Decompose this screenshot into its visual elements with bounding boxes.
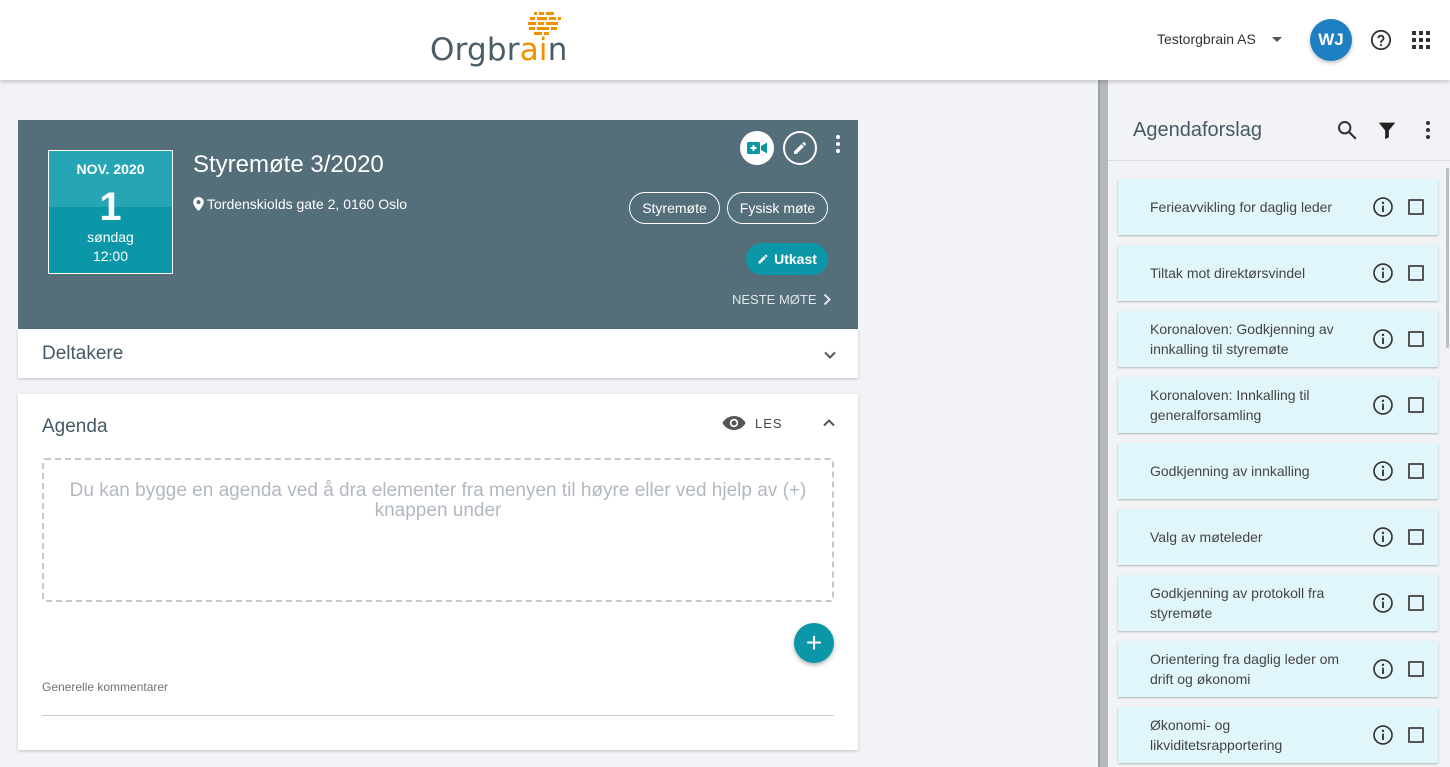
- logo-text-accent: ai: [519, 32, 548, 68]
- suggestion-label: Koronaloven: Godkjenning av innkalling t…: [1150, 321, 1334, 357]
- sidebar-resize-handle[interactable]: [1098, 80, 1108, 767]
- suggestion-item[interactable]: Koronaloven: Innkalling til generalforsa…: [1118, 377, 1438, 433]
- suggestion-label: Ferieavvikling for daglig leder: [1150, 199, 1333, 215]
- sidebar-scrollbar[interactable]: [1446, 168, 1449, 348]
- suggestion-label: Valg av møteleder: [1150, 529, 1263, 545]
- info-icon[interactable]: [1372, 394, 1394, 416]
- agenda-empty-text: Du kan bygge en agenda ved å dra element…: [69, 480, 807, 521]
- agenda-title: Agenda: [42, 416, 108, 437]
- suggestion-item[interactable]: Godkjenning av innkalling: [1118, 443, 1438, 499]
- meeting-location-text: Tordenskiolds gate 2, 0160 Oslo: [207, 196, 408, 212]
- organization-select[interactable]: Testorgbrain AS: [1157, 31, 1282, 47]
- add-agenda-item-button[interactable]: +: [794, 623, 834, 663]
- sidebar-header: Agendaforslag: [1108, 80, 1450, 161]
- suggestion-label: Godkjenning av protokoll fra styremøte: [1150, 585, 1325, 621]
- suggestion-checkbox[interactable]: [1408, 397, 1424, 413]
- search-icon[interactable]: [1336, 119, 1358, 141]
- info-icon[interactable]: [1372, 724, 1394, 746]
- info-icon[interactable]: [1372, 658, 1394, 680]
- suggestion-list: Ferieavvikling for daglig leder Tiltak m…: [1118, 179, 1438, 767]
- caret-down-icon: [1271, 36, 1282, 42]
- organization-name: Testorgbrain AS: [1157, 31, 1256, 47]
- chevron-up-icon[interactable]: [822, 416, 836, 430]
- suggestion-checkbox[interactable]: [1408, 529, 1424, 545]
- general-comments-label: Generelle kommentarer: [42, 680, 169, 694]
- participants-title: Deltakere: [42, 343, 124, 364]
- meeting-time: 12:00: [92, 248, 129, 264]
- suggestion-label: Orientering fra daglig leder om drift og…: [1150, 651, 1340, 687]
- info-icon[interactable]: [1372, 592, 1394, 614]
- read-mode-label: LES: [755, 415, 783, 431]
- suggestion-item[interactable]: Tiltak mot direktørsvindel: [1118, 245, 1438, 301]
- pencil-icon: [758, 254, 768, 264]
- info-icon[interactable]: [1372, 196, 1394, 218]
- logo-text-suffix: n: [547, 32, 568, 68]
- suggestion-item[interactable]: Orientering fra daglig leder om drift og…: [1118, 641, 1438, 697]
- logo-wordmark: Orgbrain: [430, 32, 568, 68]
- meeting-location: Tordenskiolds gate 2, 0160 Oslo: [193, 196, 407, 212]
- suggestion-label: Tiltak mot direktørsvindel: [1150, 265, 1306, 281]
- filter-icon[interactable]: [1376, 119, 1398, 141]
- suggestion-label: Koronaloven: Innkalling til generalforsa…: [1150, 387, 1310, 423]
- agenda-suggestions-sidebar: Agendaforslag Ferieavvikling for daglig …: [1108, 80, 1450, 767]
- suggestion-checkbox[interactable]: [1408, 199, 1424, 215]
- suggestion-checkbox[interactable]: [1408, 463, 1424, 479]
- video-camera-icon: [747, 142, 767, 154]
- agenda-panel: Agenda LES Du kan bygge en agenda ved å …: [18, 394, 858, 750]
- status-label: Utkast: [774, 251, 817, 267]
- help-icon[interactable]: [1370, 29, 1392, 51]
- suggestion-checkbox[interactable]: [1408, 661, 1424, 677]
- user-avatar[interactable]: WJ: [1310, 19, 1352, 61]
- suggestion-item[interactable]: Koronaloven: Godkjenning av innkalling t…: [1118, 311, 1438, 367]
- next-meeting-label: NESTE MØTE: [732, 292, 817, 307]
- pencil-icon: [794, 142, 806, 154]
- apps-grid-icon[interactable]: [1412, 31, 1430, 49]
- suggestion-checkbox[interactable]: [1408, 727, 1424, 743]
- logo-text-prefix: Orgbr: [430, 32, 520, 68]
- orgbrain-logo[interactable]: Orgbrain: [430, 12, 570, 68]
- agenda-dropzone[interactable]: Du kan bygge en agenda ved å dra element…: [42, 458, 834, 602]
- meeting-format-chip[interactable]: Fysisk møte: [727, 192, 828, 224]
- location-pin-icon: [193, 197, 204, 211]
- info-icon[interactable]: [1372, 262, 1394, 284]
- read-mode-toggle[interactable]: LES: [722, 415, 783, 431]
- more-vertical-icon[interactable]: [1422, 119, 1434, 141]
- meeting-type-chip[interactable]: Styremøte: [629, 192, 720, 224]
- suggestion-item[interactable]: Ferieavvikling for daglig leder: [1118, 179, 1438, 235]
- meeting-title: Styremøte 3/2020: [193, 151, 384, 178]
- info-icon[interactable]: [1372, 460, 1394, 482]
- status-draft-button[interactable]: Utkast: [746, 243, 828, 275]
- chevron-down-icon[interactable]: [823, 348, 837, 362]
- meeting-date-box: NOV. 2020 1 søndag 12:00: [48, 150, 173, 274]
- sidebar-title: Agendaforslag: [1133, 119, 1262, 141]
- meeting-card: NOV. 2020 1 søndag 12:00 Styremøte 3/202…: [18, 120, 858, 329]
- suggestion-checkbox[interactable]: [1408, 265, 1424, 281]
- meeting-day: 1: [99, 185, 122, 229]
- general-comments-input[interactable]: [42, 715, 834, 716]
- suggestion-item[interactable]: Godkjenning av protokoll fra styremøte: [1118, 575, 1438, 631]
- top-bar: Orgbrain Testorgbrain AS WJ: [0, 0, 1450, 80]
- info-icon[interactable]: [1372, 328, 1394, 350]
- suggestion-checkbox[interactable]: [1408, 331, 1424, 347]
- next-meeting-link[interactable]: NESTE MØTE: [732, 292, 831, 307]
- info-icon[interactable]: [1372, 526, 1394, 548]
- meeting-weekday: søndag: [87, 229, 134, 245]
- suggestion-label: Økonomi- og likviditetsrapportering: [1150, 717, 1283, 753]
- chevron-right-icon: [823, 293, 831, 306]
- suggestion-item[interactable]: Valg av møteleder: [1118, 509, 1438, 565]
- eye-icon: [722, 416, 746, 430]
- suggestion-checkbox[interactable]: [1408, 595, 1424, 611]
- suggestion-item[interactable]: Økonomi- og likviditetsrapportering: [1118, 707, 1438, 763]
- more-vertical-icon[interactable]: [832, 134, 844, 154]
- video-meeting-button[interactable]: [740, 131, 774, 165]
- suggestion-label: Godkjenning av innkalling: [1150, 463, 1310, 479]
- participants-panel[interactable]: Deltakere: [18, 329, 858, 378]
- edit-meeting-button[interactable]: [783, 131, 817, 165]
